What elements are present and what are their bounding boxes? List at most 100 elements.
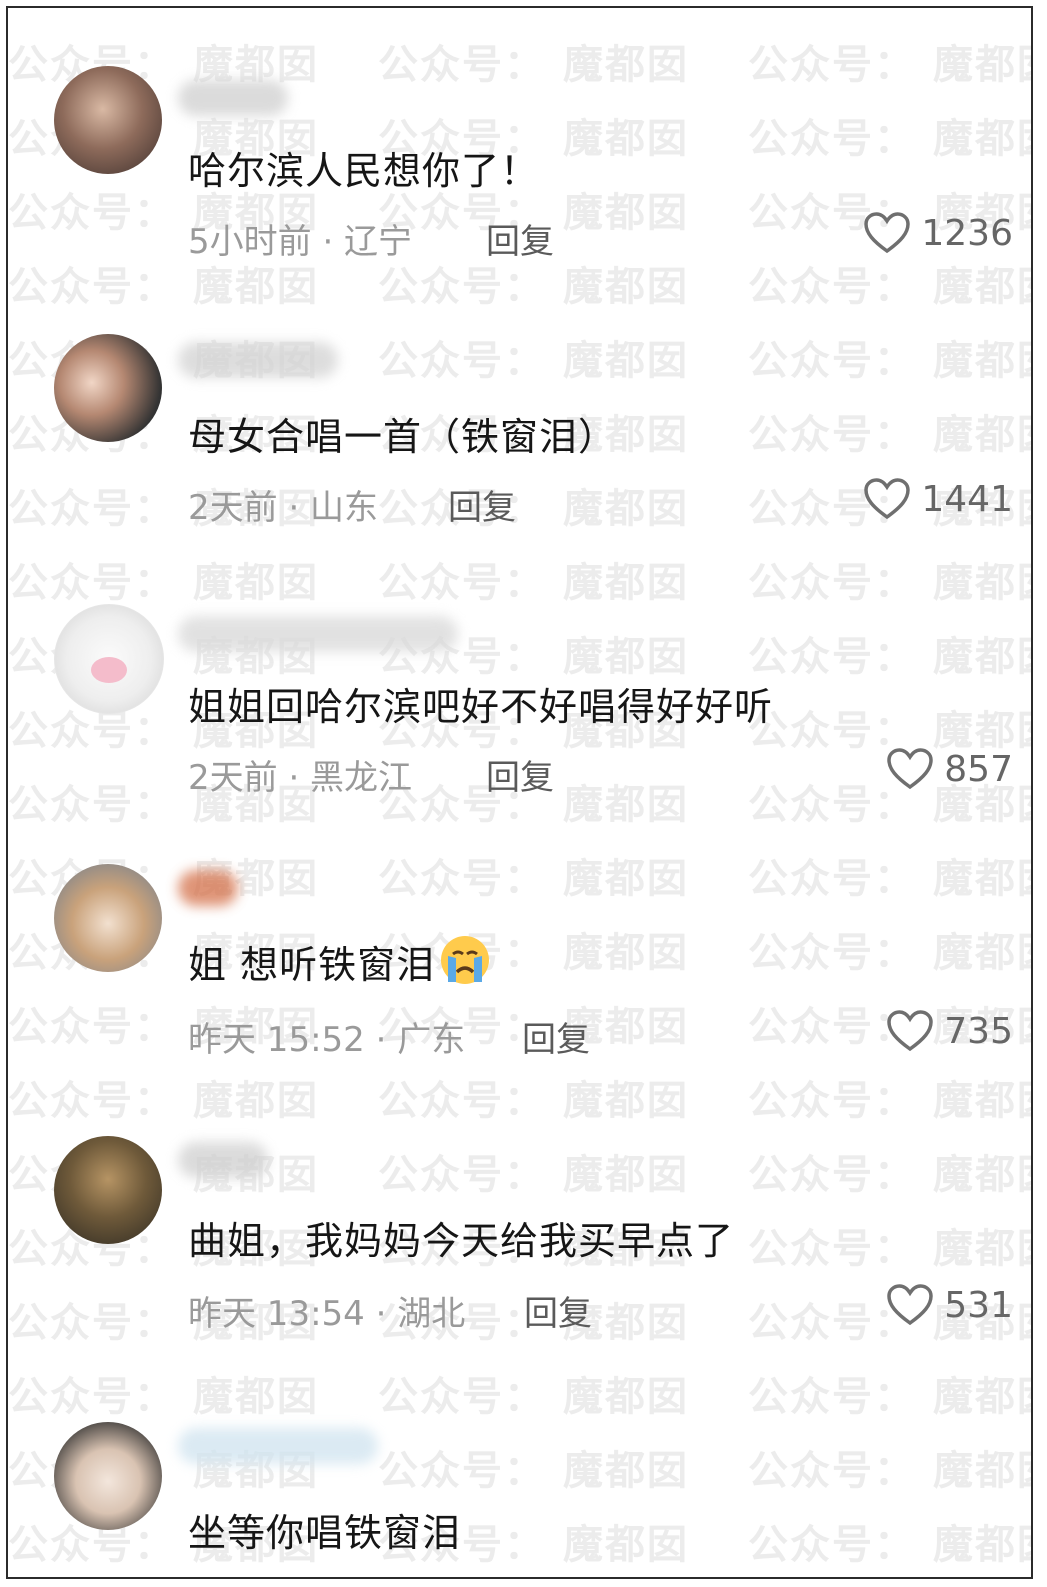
like-count: 531 — [944, 1284, 1013, 1326]
watermark-text: 公众号： — [8, 190, 176, 236]
watermark-text: 公众号： — [748, 1078, 916, 1124]
watermark-text: 公众号： — [8, 1300, 176, 1346]
watermark-text: 魔都囡 — [563, 1374, 689, 1420]
like-count: 1236 — [921, 212, 1013, 254]
watermark-text: 魔都囡 — [563, 856, 689, 902]
watermark-text: 魔都囡 — [933, 412, 1031, 458]
comment-meta: 5小时前 · 辽宁 — [188, 222, 413, 262]
username-blurred[interactable] — [178, 870, 238, 906]
watermark-text: 公众号： — [378, 560, 546, 606]
reply-button[interactable]: 回复 — [524, 1286, 592, 1335]
watermark-text: 魔都囡 — [563, 782, 689, 828]
watermark-text: 魔都囡 — [193, 1374, 319, 1420]
reply-button[interactable]: 回复 — [486, 214, 554, 263]
avatar-blush — [91, 657, 127, 683]
watermark-text: 魔都囡 — [933, 634, 1031, 680]
watermark-text: 魔都囡 — [193, 560, 319, 606]
watermark-text: 公众号： — [8, 560, 176, 606]
heart-icon — [864, 478, 911, 520]
watermark-text: 公众号： — [748, 264, 916, 310]
watermark-text: 公众号： — [748, 42, 916, 88]
watermark-text: 魔都囡 — [563, 930, 689, 976]
watermark-text: 魔都囡 — [563, 338, 689, 384]
watermark-text: 魔都囡 — [933, 560, 1031, 606]
like-button[interactable]: 857 — [886, 747, 1013, 791]
avatar[interactable] — [54, 864, 162, 972]
reply-button[interactable]: 回复 — [486, 750, 554, 799]
avatar[interactable] — [54, 604, 164, 714]
watermark-text: 公众号： — [748, 412, 916, 458]
comment-meta: 2天前 · 山东 — [188, 488, 379, 528]
watermark-text: 魔都囡 — [563, 190, 689, 236]
watermark-text: 公众号： — [378, 338, 546, 384]
avatar[interactable] — [54, 66, 162, 174]
like-button[interactable]: 531 — [886, 1283, 1013, 1327]
comment-text: 姐 想听铁窗泪 — [188, 934, 491, 989]
watermark-text: 公众号： — [748, 856, 916, 902]
avatar[interactable] — [54, 1136, 162, 1244]
comment-text: 母女合唱一首（铁窗泪） — [188, 415, 618, 459]
watermark-text: 公众号： — [748, 1226, 916, 1272]
watermark-text: 公众号： — [378, 1152, 546, 1198]
watermark-text: 魔都囡 — [933, 856, 1031, 902]
username-blurred[interactable] — [178, 342, 338, 378]
like-button[interactable]: 1441 — [863, 477, 1013, 521]
watermark-text: 公众号： — [748, 1152, 916, 1198]
watermark-text: 魔都囡 — [933, 1078, 1031, 1124]
watermark-text: 公众号： — [8, 486, 176, 532]
watermark-text: 公众号： — [748, 116, 916, 162]
comment-screenshot: 公众号：魔都囡公众号：魔都囡公众号：魔都囡公众号：魔都囡公众号：魔都囡公众号：魔… — [6, 6, 1033, 1579]
watermark-text: 魔都囡 — [563, 1152, 689, 1198]
like-button[interactable]: 735 — [886, 1009, 1013, 1053]
watermark-text: 魔都囡 — [933, 930, 1031, 976]
watermark-text: 魔都囡 — [933, 264, 1031, 310]
heart-icon — [887, 748, 934, 790]
watermark-text: 魔都囡 — [563, 1522, 689, 1568]
heart-icon — [887, 1284, 934, 1326]
watermark-text: 公众号： — [748, 1448, 916, 1494]
heart-icon — [887, 1010, 934, 1052]
watermark-text: 魔都囡 — [563, 634, 689, 680]
watermark-text: 公众号： — [8, 1374, 176, 1420]
avatar[interactable] — [54, 1422, 162, 1530]
reply-button[interactable]: 回复 — [522, 1012, 590, 1061]
watermark-text: 魔都囡 — [563, 560, 689, 606]
watermark-text: 魔都囡 — [563, 1078, 689, 1124]
watermark-text: 公众号： — [8, 1004, 176, 1050]
username-blurred[interactable] — [178, 80, 288, 116]
watermark-text: 公众号： — [748, 930, 916, 976]
avatar[interactable] — [54, 334, 162, 442]
watermark-text: 公众号： — [8, 782, 176, 828]
username-blurred[interactable] — [178, 1428, 378, 1464]
comment-text: 曲姐，我妈妈今天给我买早点了 — [188, 1219, 735, 1263]
watermark-text: 魔都囡 — [933, 1374, 1031, 1420]
watermark-text: 公众号： — [378, 42, 546, 88]
comment-meta: 昨天 15:52 · 广东 — [188, 1020, 466, 1060]
watermark-text: 公众号： — [378, 1374, 546, 1420]
watermark-text: 魔都囡 — [933, 1522, 1031, 1568]
comment-meta: 2天前 · 黑龙江 — [188, 758, 413, 798]
watermark-text: 魔都囡 — [933, 116, 1031, 162]
watermark-text: 公众号： — [748, 634, 916, 680]
watermark-text: 公众号： — [748, 338, 916, 384]
reply-button[interactable]: 回复 — [448, 480, 516, 529]
watermark-text: 魔都囡 — [563, 42, 689, 88]
like-count: 735 — [944, 1010, 1013, 1052]
watermark-text: 公众号： — [8, 1078, 176, 1124]
watermark-text: 魔都囡 — [193, 1078, 319, 1124]
username-blurred[interactable] — [178, 616, 458, 652]
heart-icon — [864, 212, 911, 254]
watermark-text: 公众号： — [748, 1374, 916, 1420]
watermark-text: 魔都囡 — [933, 1152, 1031, 1198]
comment-text: 姐姐回哈尔滨吧好不好唱得好好听 — [188, 685, 774, 729]
watermark-text: 公众号： — [748, 1522, 916, 1568]
watermark-text: 魔都囡 — [933, 1448, 1031, 1494]
watermark-text: 公众号： — [8, 264, 176, 310]
watermark-text: 魔都囡 — [933, 42, 1031, 88]
comment-text: 哈尔滨人民想你了！ — [188, 149, 540, 193]
watermark-text: 魔都囡 — [563, 264, 689, 310]
watermark-text: 魔都囡 — [563, 1448, 689, 1494]
username-blurred[interactable] — [178, 1142, 268, 1178]
comment-text-content: 姐 想听铁窗泪 — [188, 943, 436, 987]
like-button[interactable]: 1236 — [863, 211, 1013, 255]
